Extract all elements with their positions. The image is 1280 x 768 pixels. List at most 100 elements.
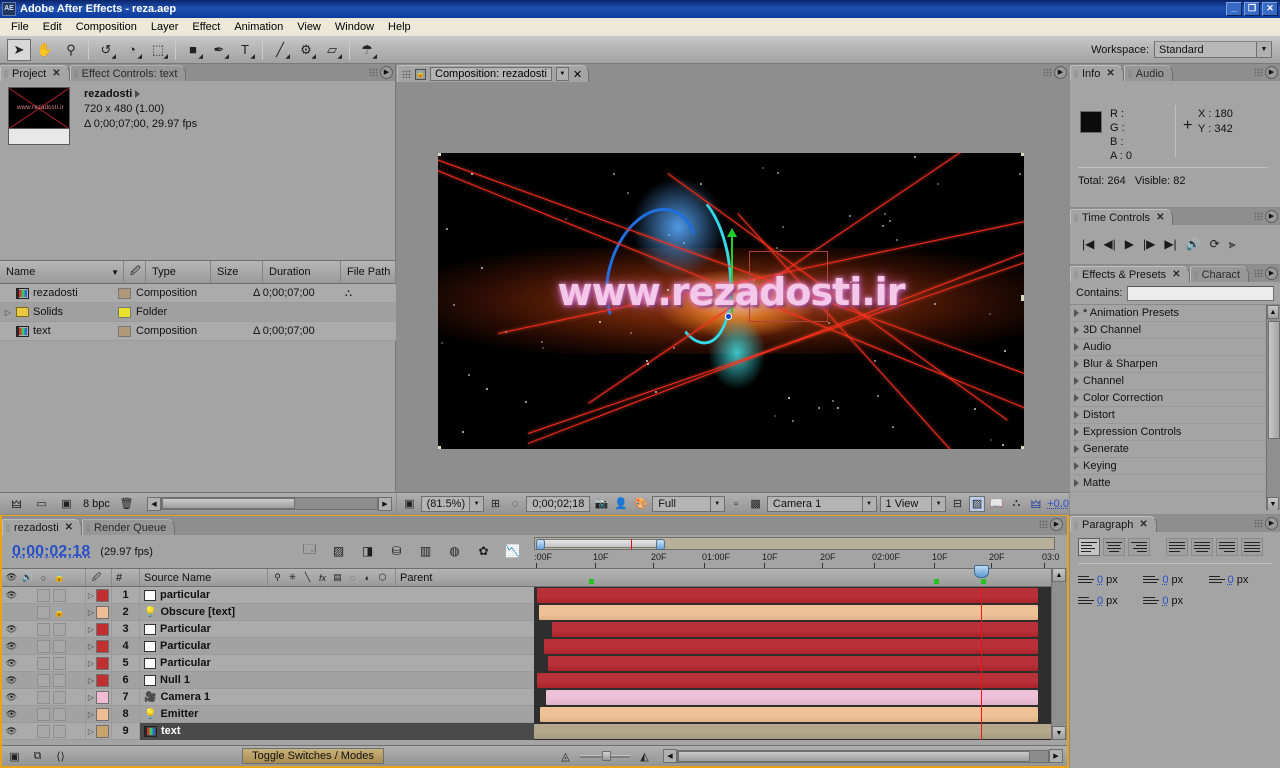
space-before-paragraph-value[interactable]: 0 (1097, 595, 1103, 607)
menu-animation[interactable]: Animation (227, 19, 290, 35)
close-icon[interactable]: ✕ (1172, 269, 1180, 280)
effect-category-item[interactable]: Expression Controls (1070, 424, 1280, 441)
previous-frame-icon[interactable]: ◀| (1103, 237, 1115, 251)
scroll-left-icon[interactable]: ◀ (147, 497, 161, 511)
lock-toggle[interactable] (53, 639, 66, 654)
audio-toggle[interactable] (21, 639, 34, 654)
enable-frame-blending-icon[interactable]: ⛁ (387, 541, 406, 560)
project-hscrollbar[interactable]: ◀ ▶ (147, 497, 392, 511)
chevron-down-icon[interactable]: ▼ (862, 497, 876, 511)
tab-rezadosti[interactable]: rezadosti ✕ (2, 519, 82, 535)
effect-category-item[interactable]: Channel (1070, 373, 1280, 390)
expand-triangle-icon[interactable] (1074, 462, 1079, 470)
project-col-icon[interactable]: 🖉 (124, 261, 146, 283)
layer-duration-bar[interactable] (534, 724, 1055, 739)
shy-icon[interactable]: ⚲ (271, 570, 284, 585)
keyframe-marker[interactable] (981, 579, 986, 584)
audio-toggle[interactable] (21, 588, 34, 603)
brainstorm-icon[interactable]: ◍ (445, 541, 464, 560)
scroll-down-icon[interactable]: ▼ (1052, 726, 1066, 740)
close-icon[interactable]: ✕ (1139, 519, 1147, 530)
chevron-down-icon[interactable]: ▼ (556, 67, 569, 81)
zoom-out-icon[interactable]: ◬ (557, 748, 574, 764)
expand-triangle-icon[interactable] (1074, 326, 1079, 334)
magnification-select[interactable]: (81.5%) ▼ (421, 496, 485, 512)
scroll-right-icon[interactable]: ▶ (1049, 749, 1063, 763)
timeline-vscrollbar[interactable]: ▲ ▼ (1051, 568, 1067, 740)
project-item-row[interactable]: text Composition Δ 0;00;07;00 (0, 322, 396, 341)
last-frame-icon[interactable]: ▶| (1164, 237, 1176, 251)
cti-handle[interactable] (974, 565, 989, 578)
solo-toggle[interactable] (37, 724, 50, 739)
visibility-toggle[interactable]: 👁 (5, 707, 18, 722)
visibility-toggle[interactable]: 👁 (5, 690, 18, 705)
zoom-in-icon[interactable]: ◭ (636, 748, 653, 764)
scroll-down-icon[interactable]: ▼ (1267, 497, 1279, 510)
visibility-toggle[interactable]: 👁 (5, 724, 18, 739)
chevron-down-icon[interactable]: ▼ (469, 497, 483, 511)
frame-blending-icon[interactable]: ▤ (331, 570, 344, 585)
info-panel-menu[interactable]: ▶ (1248, 65, 1278, 79)
expand-triangle-icon[interactable]: ▷ (88, 608, 94, 617)
indent-left-margin-value[interactable]: 0 (1097, 574, 1103, 586)
menu-help[interactable]: Help (381, 19, 418, 35)
pixel-aspect-correction-icon[interactable]: ⊟ (949, 496, 966, 512)
comp-flowchart-icon[interactable]: ⛬ (1008, 496, 1025, 512)
align-center-button[interactable] (1103, 538, 1125, 556)
rectangle-mask-tool[interactable]: ■ ◢ (181, 39, 205, 61)
label-color-swatch[interactable] (96, 589, 109, 602)
scroll-right-icon[interactable]: ▶ (378, 497, 392, 511)
timeline-panel-menu[interactable]: ▶ (1033, 517, 1063, 531)
solo-toggle[interactable] (37, 656, 50, 671)
chevron-down-icon[interactable]: ▼ (710, 497, 724, 511)
audio-toggle[interactable] (21, 622, 34, 637)
snapshot-icon[interactable]: 📷 (593, 496, 610, 512)
view-layout-select[interactable]: 1 View ▼ (880, 496, 947, 512)
workspace-select[interactable]: Standard ▼ (1154, 41, 1272, 58)
lock-toggle[interactable]: 🔒 (53, 605, 66, 620)
label-color-swatch[interactable] (96, 623, 109, 636)
project-panel-menu[interactable]: ▶ (363, 65, 393, 79)
close-icon[interactable]: ✕ (65, 522, 73, 533)
project-col-type[interactable]: Type (146, 261, 211, 283)
project-col-size[interactable]: Size (211, 261, 263, 283)
tab-charact[interactable]: Charact (1190, 266, 1250, 282)
work-area-range[interactable] (537, 539, 661, 548)
expand-triangle-icon[interactable] (1074, 479, 1079, 487)
effects-panel-menu[interactable]: ▶ (1248, 266, 1278, 280)
type-tool[interactable]: T ◢ (233, 39, 257, 61)
solo-toggle[interactable] (37, 639, 50, 654)
layer-duration-bar[interactable] (537, 673, 1038, 688)
close-icon[interactable]: ✕ (52, 68, 60, 79)
comp-flowchart-icon[interactable]: ▣ (6, 748, 23, 764)
show-snapshot-icon[interactable]: 👤 (613, 496, 630, 512)
panel-menu-icon[interactable]: ▶ (1265, 267, 1278, 280)
loop-icon[interactable]: ⟳ (1210, 237, 1220, 251)
effect-category-item[interactable]: Generate (1070, 441, 1280, 458)
solo-icon[interactable]: ○ (37, 570, 50, 585)
scroll-thumb[interactable] (678, 751, 1030, 762)
transparency-grid-icon[interactable]: ▩ (747, 496, 764, 512)
solo-toggle[interactable] (37, 588, 50, 603)
effect-category-item[interactable]: Keying (1070, 458, 1280, 475)
expand-triangle-icon[interactable]: ▷ (88, 591, 94, 600)
hide-shy-layers-icon[interactable]: ◨ (358, 541, 377, 560)
3d-layer-icon[interactable]: ⬡ (376, 570, 389, 585)
audio-toggle[interactable] (21, 724, 34, 739)
exposure-icon[interactable]: 🜲 (1028, 496, 1045, 512)
project-col-name[interactable]: Name ▼ (0, 261, 124, 283)
scroll-thumb[interactable] (162, 498, 295, 509)
timeline-icon[interactable]: 📖 (988, 496, 1005, 512)
adjustment-layer-icon[interactable]: ◐ (361, 570, 374, 585)
indent-right-margin-value[interactable]: 0 (1228, 574, 1234, 586)
eraser-tool[interactable]: ▱ ◢ (320, 39, 344, 61)
audio-toggle[interactable] (21, 605, 34, 620)
expand-icon[interactable]: ⟨⟩ (52, 748, 69, 764)
effects-vscrollbar[interactable]: ▲ ▼ (1266, 305, 1280, 510)
effects-icon[interactable]: fx (316, 570, 329, 585)
label-color-swatch[interactable] (96, 657, 109, 670)
project-item-row[interactable]: ▷ Solids Folder (0, 303, 396, 322)
justify-last-left-button[interactable] (1166, 538, 1188, 556)
current-time-indicator[interactable] (981, 587, 982, 740)
label-color-swatch[interactable] (96, 640, 109, 653)
